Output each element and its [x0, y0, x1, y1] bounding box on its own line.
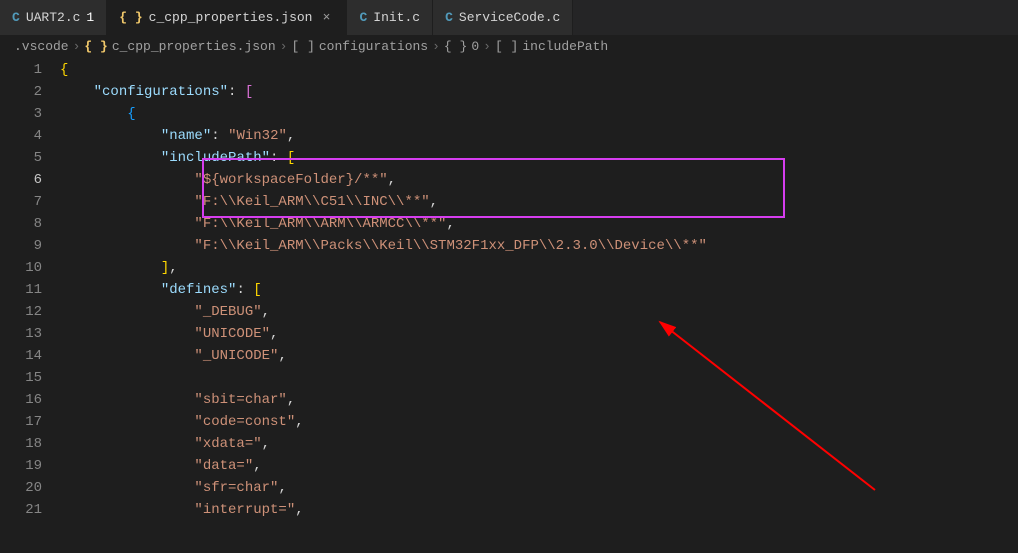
file-type-icon: C: [12, 10, 20, 25]
line-number: 1: [0, 59, 60, 81]
code-area[interactable]: { "configurations": [ { "name": "Win32",…: [60, 57, 1018, 553]
code-line[interactable]: "includePath": [: [60, 147, 1018, 169]
line-number: 7: [0, 191, 60, 213]
tab-c_cpp_properties-json[interactable]: { } c_cpp_properties.json ×: [107, 0, 347, 35]
line-number: 13: [0, 323, 60, 345]
line-number: 16: [0, 389, 60, 411]
line-number: 18: [0, 433, 60, 455]
code-line[interactable]: "sbit=char",: [60, 389, 1018, 411]
code-line[interactable]: "F:\\Keil_ARM\\C51\\INC\\**",: [60, 191, 1018, 213]
code-line[interactable]: "code=const",: [60, 411, 1018, 433]
line-number: 15: [0, 367, 60, 389]
code-line[interactable]: "configurations": [: [60, 81, 1018, 103]
breadcrumb-icon: [ ]: [495, 39, 518, 54]
line-number: 3: [0, 103, 60, 125]
code-line[interactable]: "${workspaceFolder}/**",: [60, 169, 1018, 191]
tab-label: c_cpp_properties.json: [149, 10, 313, 25]
line-number: 11: [0, 279, 60, 301]
editor: 123456789101112131415161718192021 { "con…: [0, 57, 1018, 553]
breadcrumb-icon: [ ]: [291, 39, 314, 54]
line-number: 8: [0, 213, 60, 235]
line-number: 19: [0, 455, 60, 477]
chevron-right-icon: ›: [280, 39, 288, 54]
code-line[interactable]: "sfr=char",: [60, 477, 1018, 499]
breadcrumb-item[interactable]: .vscode: [14, 39, 69, 54]
breadcrumb[interactable]: .vscode›{ }c_cpp_properties.json›[ ]conf…: [0, 35, 1018, 57]
code-line[interactable]: "data=",: [60, 455, 1018, 477]
code-line[interactable]: "defines": [: [60, 279, 1018, 301]
tab-Init-c[interactable]: C Init.c: [347, 0, 433, 35]
breadcrumb-item[interactable]: configurations: [319, 39, 428, 54]
code-line[interactable]: "interrupt=",: [60, 499, 1018, 521]
chevron-right-icon: ›: [73, 39, 81, 54]
file-type-icon: C: [445, 10, 453, 25]
line-number: 9: [0, 235, 60, 257]
code-line[interactable]: "_DEBUG",: [60, 301, 1018, 323]
code-line[interactable]: "xdata=",: [60, 433, 1018, 455]
tab-label: ServiceCode.c: [459, 10, 560, 25]
tab-label: Init.c: [373, 10, 420, 25]
code-line[interactable]: {: [60, 103, 1018, 125]
code-line[interactable]: "UNICODE",: [60, 323, 1018, 345]
chevron-right-icon: ›: [432, 39, 440, 54]
line-number: 5: [0, 147, 60, 169]
line-numbers: 123456789101112131415161718192021: [0, 57, 60, 553]
code-line[interactable]: "_UNICODE",: [60, 345, 1018, 367]
line-number: 20: [0, 477, 60, 499]
line-number: 17: [0, 411, 60, 433]
chevron-right-icon: ›: [483, 39, 491, 54]
close-icon[interactable]: ×: [318, 10, 334, 26]
line-number: 2: [0, 81, 60, 103]
tab-UART2-c[interactable]: C UART2.c 1: [0, 0, 107, 35]
file-type-icon: C: [359, 10, 367, 25]
line-number: 6: [0, 169, 60, 191]
tab-ServiceCode-c[interactable]: C ServiceCode.c: [433, 0, 573, 35]
code-line[interactable]: [60, 367, 1018, 389]
code-line[interactable]: ],: [60, 257, 1018, 279]
line-number: 12: [0, 301, 60, 323]
tab-bar: C UART2.c 1 { } c_cpp_properties.json × C Init.…: [0, 0, 1018, 35]
breadcrumb-item[interactable]: c_cpp_properties.json: [112, 39, 276, 54]
line-number: 21: [0, 499, 60, 521]
code-line[interactable]: "F:\\Keil_ARM\\ARM\\ARMCC\\**",: [60, 213, 1018, 235]
breadcrumb-icon: { }: [444, 39, 467, 54]
breadcrumb-icon: { }: [84, 39, 107, 54]
line-number: 10: [0, 257, 60, 279]
line-number: 14: [0, 345, 60, 367]
line-number: 4: [0, 125, 60, 147]
tab-label: UART2.c: [26, 10, 81, 25]
code-line[interactable]: "F:\\Keil_ARM\\Packs\\Keil\\STM32F1xx_DF…: [60, 235, 1018, 257]
breadcrumb-item[interactable]: 0: [471, 39, 479, 54]
modified-indicator: 1: [86, 10, 94, 25]
file-type-icon: { }: [119, 10, 142, 25]
code-line[interactable]: {: [60, 59, 1018, 81]
breadcrumb-item[interactable]: includePath: [522, 39, 608, 54]
code-line[interactable]: "name": "Win32",: [60, 125, 1018, 147]
